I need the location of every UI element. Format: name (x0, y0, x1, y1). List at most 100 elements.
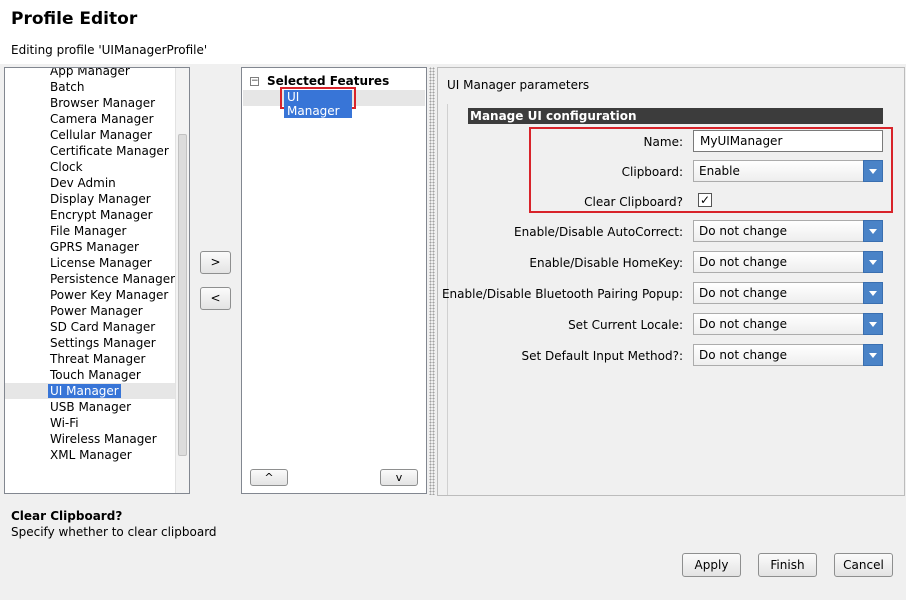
finish-button[interactable]: Finish (758, 553, 817, 577)
list-item[interactable]: Persistence Manager (5, 271, 177, 287)
page-subtitle: Editing profile 'UIManagerProfile' (11, 43, 208, 57)
list-item-label: Wi-Fi (50, 416, 79, 430)
autocorrect-value: Do not change (699, 224, 788, 238)
homekey-select[interactable]: Do not change (693, 251, 883, 273)
move-up-button[interactable]: ^ (250, 469, 288, 486)
remove-feature-button[interactable]: < (200, 287, 231, 310)
list-item[interactable]: XML Manager (5, 447, 177, 463)
help-title: Clear Clipboard? (11, 509, 123, 523)
list-item[interactable]: GPRS Manager (5, 239, 177, 255)
list-item[interactable]: License Manager (5, 255, 177, 271)
list-item-label: USB Manager (50, 400, 132, 414)
name-field[interactable]: MyUIManager (693, 130, 883, 152)
list-item-label: GPRS Manager (50, 240, 139, 254)
list-item-label: Clock (50, 160, 83, 174)
list-item-label: Browser Manager (50, 96, 156, 110)
vertical-scrollbar[interactable] (175, 68, 189, 493)
bluetooth-popup-select[interactable]: Do not change (693, 282, 883, 304)
list-item-label: Persistence Manager (50, 272, 176, 286)
list-item[interactable]: SD Card Manager (5, 319, 177, 335)
list-item[interactable]: UI Manager (5, 383, 177, 399)
list-item[interactable]: App Manager (5, 67, 177, 79)
list-item[interactable]: Certificate Manager (5, 143, 177, 159)
list-item-label: App Manager (50, 67, 130, 78)
list-item-label: Batch (50, 80, 85, 94)
list-item-label: Dev Admin (50, 176, 116, 190)
list-item-label: Encrypt Manager (50, 208, 153, 222)
homekey-label: Enable/Disable HomeKey: (529, 256, 683, 270)
clipboard-select[interactable]: Enable (693, 160, 883, 182)
clear-clipboard-label: Clear Clipboard? (584, 195, 683, 209)
list-item-label: Power Key Manager (50, 288, 169, 302)
list-item-label: Power Manager (50, 304, 143, 318)
list-item[interactable]: Power Key Manager (5, 287, 177, 303)
list-item-label: Camera Manager (50, 112, 154, 126)
page-title: Profile Editor (11, 9, 138, 29)
help-text: Specify whether to clear clipboard (11, 525, 217, 539)
splitter-handle[interactable] (429, 67, 435, 495)
chevron-down-icon[interactable] (863, 313, 883, 335)
input-method-select[interactable]: Do not change (693, 344, 883, 366)
list-item[interactable]: File Manager (5, 223, 177, 239)
locale-value: Do not change (699, 317, 788, 331)
input-method-label: Set Default Input Method?: (521, 349, 683, 363)
tree-item-label: UI Manager (284, 90, 352, 118)
chevron-down-icon[interactable] (863, 282, 883, 304)
list-item[interactable]: Wi-Fi (5, 415, 177, 431)
list-item[interactable]: Cellular Manager (5, 127, 177, 143)
autocorrect-label: Enable/Disable AutoCorrect: (514, 225, 683, 239)
clear-clipboard-checkbox[interactable]: ✓ (698, 193, 712, 207)
name-label: Name: (643, 135, 683, 149)
chevron-down-icon[interactable] (863, 220, 883, 242)
list-item-label: Certificate Manager (50, 144, 169, 158)
list-item[interactable]: USB Manager (5, 399, 177, 415)
apply-button[interactable]: Apply (682, 553, 741, 577)
list-item-label: File Manager (50, 224, 127, 238)
list-item-label: Wireless Manager (50, 432, 157, 446)
feature-items: App Manager Batch Browser Manager Camera Ma… (5, 67, 177, 463)
list-item-label: Settings Manager (50, 336, 156, 350)
clipboard-value: Enable (699, 164, 740, 178)
list-item[interactable]: Power Manager (5, 303, 177, 319)
add-feature-button[interactable]: > (200, 251, 231, 274)
list-item-label: Threat Manager (50, 352, 146, 366)
bluetooth-popup-label: Enable/Disable Bluetooth Pairing Popup: (441, 287, 683, 301)
list-item-label: License Manager (50, 256, 152, 270)
list-item[interactable]: Camera Manager (5, 111, 177, 127)
chevron-down-icon[interactable] (863, 160, 883, 182)
input-method-value: Do not change (699, 348, 788, 362)
list-item[interactable]: Clock (5, 159, 177, 175)
list-item[interactable]: Browser Manager (5, 95, 177, 111)
list-item[interactable]: Display Manager (5, 191, 177, 207)
parameters-panel-label: UI Manager parameters (447, 78, 590, 92)
list-item-label: SD Card Manager (50, 320, 156, 334)
list-item-label: Display Manager (50, 192, 151, 206)
list-item-label: Cellular Manager (50, 128, 153, 142)
locale-select[interactable]: Do not change (693, 313, 883, 335)
clipboard-label: Clipboard: (621, 165, 683, 179)
list-item[interactable]: Wireless Manager (5, 431, 177, 447)
list-item[interactable]: Batch (5, 79, 177, 95)
cancel-button[interactable]: Cancel (834, 553, 893, 577)
list-item[interactable]: Settings Manager (5, 335, 177, 351)
list-item[interactable]: Threat Manager (5, 351, 177, 367)
chevron-down-icon[interactable] (863, 344, 883, 366)
collapse-icon[interactable]: − (250, 77, 259, 86)
header: Profile Editor Editing profile 'UIManage… (0, 0, 906, 64)
bluetooth-popup-value: Do not change (699, 286, 788, 300)
section-header: Manage UI configuration (468, 108, 883, 124)
list-item[interactable]: Touch Manager (5, 367, 177, 383)
selected-features-tree[interactable]: − Selected Features (241, 67, 427, 494)
tree-root-label: Selected Features (267, 74, 390, 88)
chevron-down-icon[interactable] (863, 251, 883, 273)
autocorrect-select[interactable]: Do not change (693, 220, 883, 242)
locale-label: Set Current Locale: (568, 318, 683, 332)
list-item-label: UI Manager (48, 384, 121, 398)
homekey-value: Do not change (699, 255, 788, 269)
list-item[interactable]: Dev Admin (5, 175, 177, 191)
move-down-button[interactable]: v (380, 469, 418, 486)
list-item[interactable]: Encrypt Manager (5, 207, 177, 223)
tree-item-ui-manager[interactable]: UI Manager (280, 87, 356, 118)
scrollbar-thumb[interactable] (178, 134, 187, 456)
available-features-list[interactable]: App Manager Batch Browser Manager Camera Ma… (4, 67, 190, 494)
